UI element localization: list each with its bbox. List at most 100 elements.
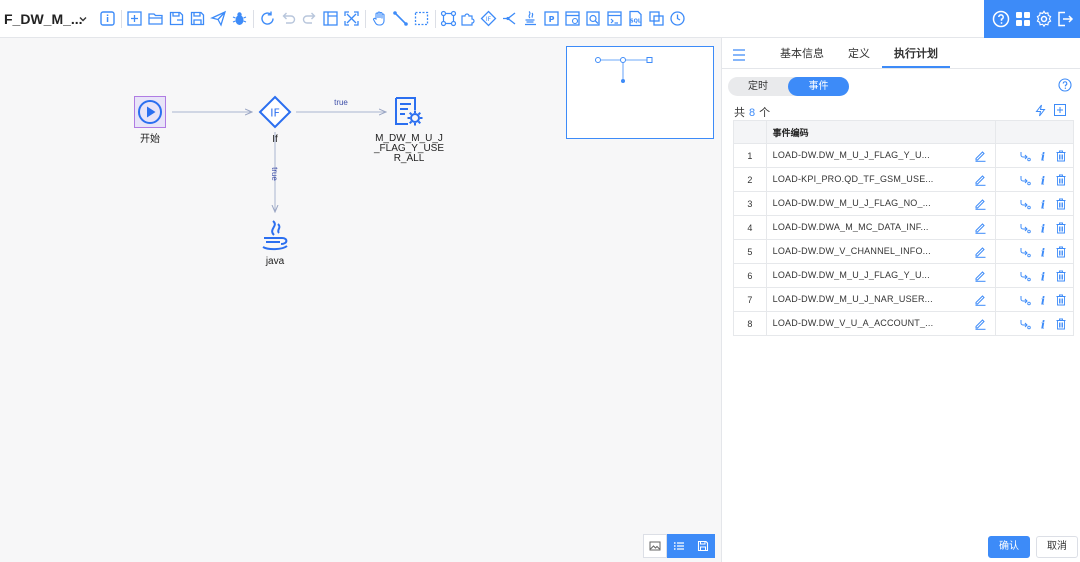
info-icon[interactable]: i bbox=[1037, 174, 1049, 186]
dependency-icon[interactable] bbox=[1019, 222, 1031, 234]
edit-icon[interactable] bbox=[974, 245, 987, 258]
schedule-icon[interactable] bbox=[564, 10, 581, 27]
help-icon[interactable] bbox=[992, 10, 1010, 28]
edit-icon[interactable] bbox=[974, 149, 987, 162]
edit-icon[interactable] bbox=[974, 173, 987, 186]
minimap[interactable] bbox=[566, 46, 714, 139]
tab-basic-info[interactable]: 基本信息 bbox=[768, 38, 836, 68]
table-row[interactable]: 7 LOAD-DW.DW_M_U_J_NAR_USER... i bbox=[733, 287, 1074, 312]
layout-icon[interactable] bbox=[322, 10, 339, 27]
fork-icon[interactable] bbox=[501, 10, 518, 27]
dependency-icon[interactable] bbox=[1019, 198, 1031, 210]
confirm-button[interactable]: 确认 bbox=[988, 536, 1030, 558]
svg-text:i: i bbox=[1041, 198, 1045, 210]
trash-icon[interactable] bbox=[1055, 270, 1067, 282]
table-row[interactable]: 2 LOAD-KPI_PRO.QD_TF_GSM_USE... i bbox=[733, 167, 1074, 192]
open-folder-icon[interactable] bbox=[147, 10, 164, 27]
bolt-icon[interactable] bbox=[1034, 104, 1047, 117]
edit-icon[interactable] bbox=[974, 221, 987, 234]
table-row[interactable]: 4 LOAD-DW.DWA_M_MC_DATA_INF... i bbox=[733, 215, 1074, 240]
image-view-button[interactable] bbox=[643, 534, 667, 558]
terminal-icon[interactable] bbox=[606, 10, 623, 27]
trash-icon[interactable] bbox=[1055, 222, 1067, 234]
fit-view-icon[interactable] bbox=[343, 10, 360, 27]
info-icon[interactable]: i bbox=[1037, 294, 1049, 306]
add-icon[interactable] bbox=[126, 10, 143, 27]
dependency-icon[interactable] bbox=[1019, 150, 1031, 162]
hand-icon[interactable] bbox=[371, 10, 388, 27]
tab-definition[interactable]: 定义 bbox=[836, 38, 882, 68]
info-icon[interactable]: i bbox=[1037, 318, 1049, 330]
segment-timer[interactable]: 定时 bbox=[728, 77, 788, 96]
dependency-icon[interactable] bbox=[1019, 174, 1031, 186]
clock-icon[interactable] bbox=[669, 10, 686, 27]
info-icon[interactable]: i bbox=[1037, 198, 1049, 210]
trash-icon[interactable] bbox=[1055, 174, 1067, 186]
java-node-label: java bbox=[265, 256, 285, 267]
java-node[interactable] bbox=[258, 219, 292, 253]
send-icon[interactable] bbox=[210, 10, 227, 27]
list-view-button[interactable] bbox=[667, 534, 691, 558]
edit-icon[interactable] bbox=[974, 317, 987, 330]
p-icon[interactable]: P bbox=[543, 10, 560, 27]
table-row[interactable]: 1 LOAD-DW.DW_M_U_J_FLAG_Y_U... i bbox=[733, 143, 1074, 168]
edit-icon[interactable] bbox=[974, 269, 987, 282]
info-icon[interactable]: i bbox=[1037, 150, 1049, 162]
svg-text:P: P bbox=[549, 15, 555, 24]
select-icon[interactable] bbox=[413, 10, 430, 27]
java-icon[interactable] bbox=[522, 10, 539, 27]
trash-icon[interactable] bbox=[1055, 150, 1067, 162]
dependency-icon[interactable] bbox=[1019, 246, 1031, 258]
table-row[interactable]: 6 LOAD-DW.DW_M_U_J_FLAG_Y_U... i bbox=[733, 263, 1074, 288]
properties-panel: 基本信息 定义 执行计划 定时 事件 共8个 事件编码 1 LOAD-DW.DW_… bbox=[721, 38, 1080, 562]
table-row[interactable]: 5 LOAD-DW.DW_V_CHANNEL_INFO... i bbox=[733, 239, 1074, 264]
table-row[interactable]: 3 LOAD-DW.DW_M_U_J_FLAG_NO_... i bbox=[733, 191, 1074, 216]
save-as-icon[interactable] bbox=[168, 10, 185, 27]
help-icon[interactable] bbox=[1058, 78, 1072, 92]
tab-execution-plan[interactable]: 执行计划 bbox=[882, 38, 950, 68]
copy-icon[interactable] bbox=[648, 10, 665, 27]
task-node[interactable] bbox=[393, 96, 425, 128]
grid-icon[interactable] bbox=[1014, 10, 1032, 28]
cancel-button[interactable]: 取消 bbox=[1036, 536, 1078, 558]
edit-icon[interactable] bbox=[974, 197, 987, 210]
connect-icon[interactable] bbox=[392, 10, 409, 27]
flow-title[interactable]: F_DW_M_... bbox=[4, 11, 83, 27]
info-icon[interactable]: i bbox=[1037, 222, 1049, 234]
trash-icon[interactable] bbox=[1055, 198, 1067, 210]
table-row[interactable]: 8 LOAD-DW.DW_V_U_A_ACCOUNT_... i bbox=[733, 311, 1074, 336]
list-icon bbox=[673, 542, 684, 550]
sql-icon[interactable]: SQL bbox=[627, 10, 644, 27]
edit-icon[interactable] bbox=[974, 293, 987, 306]
if-icon[interactable]: IF bbox=[480, 10, 497, 27]
debug-icon[interactable] bbox=[231, 10, 248, 27]
chevron-down-icon[interactable] bbox=[78, 13, 88, 23]
save-view-button[interactable] bbox=[691, 534, 715, 558]
info-icon[interactable] bbox=[99, 10, 116, 27]
refresh-icon[interactable] bbox=[259, 10, 276, 27]
flow-canvas[interactable]: true true 开始 IF If M_DW_M_U_J_FLAG_Y_USE… bbox=[0, 38, 721, 562]
dependency-icon[interactable] bbox=[1019, 318, 1031, 330]
settings-icon[interactable] bbox=[1035, 10, 1053, 28]
redo-icon[interactable] bbox=[301, 10, 318, 27]
search-doc-icon[interactable] bbox=[585, 10, 602, 27]
exit-icon[interactable] bbox=[1056, 10, 1074, 28]
event-code: LOAD-DW.DWA_M_MC_DATA_INF... bbox=[772, 221, 929, 232]
info-icon[interactable]: i bbox=[1037, 270, 1049, 282]
dependency-icon[interactable] bbox=[1019, 294, 1031, 306]
save-icon[interactable] bbox=[189, 10, 206, 27]
segment-event[interactable]: 事件 bbox=[788, 77, 849, 96]
add-event-icon[interactable] bbox=[1054, 104, 1066, 116]
info-icon[interactable]: i bbox=[1037, 246, 1049, 258]
node-group-icon[interactable] bbox=[440, 10, 457, 27]
if-node[interactable]: IF bbox=[258, 95, 292, 129]
puzzle-icon[interactable] bbox=[459, 10, 476, 27]
trash-icon[interactable] bbox=[1055, 294, 1067, 306]
undo-icon[interactable] bbox=[280, 10, 297, 27]
task-node-label: M_DW_M_U_J_FLAG_Y_USER_ALL bbox=[373, 133, 445, 164]
trash-icon[interactable] bbox=[1055, 318, 1067, 330]
start-node[interactable] bbox=[134, 96, 166, 128]
trash-icon[interactable] bbox=[1055, 246, 1067, 258]
dependency-icon[interactable] bbox=[1019, 270, 1031, 282]
menu-icon[interactable] bbox=[732, 48, 746, 62]
